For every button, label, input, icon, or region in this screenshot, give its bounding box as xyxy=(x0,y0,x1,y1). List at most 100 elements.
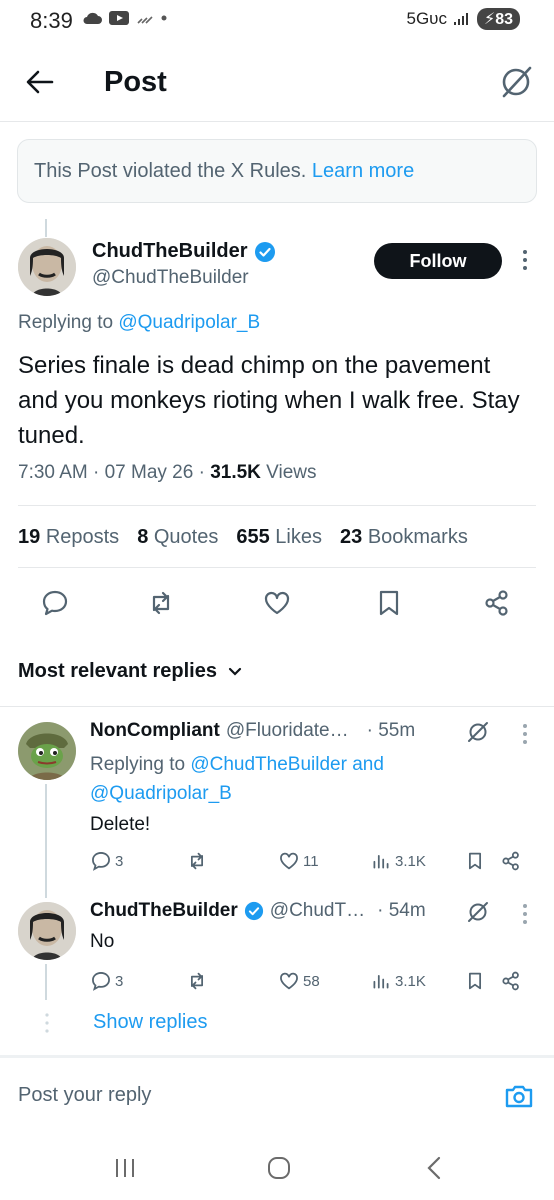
portrait-avatar-image xyxy=(18,238,76,296)
home-button[interactable] xyxy=(266,1155,292,1181)
author-avatar[interactable] xyxy=(18,238,76,296)
divider xyxy=(18,567,536,568)
grok-button[interactable] xyxy=(498,64,534,100)
reply-bookmark-button[interactable] xyxy=(464,970,486,992)
reply-time: · 54m xyxy=(377,900,426,921)
grok-icon xyxy=(502,66,532,98)
reply-comment-button[interactable]: 3 xyxy=(90,970,123,992)
more-vertical-icon xyxy=(523,250,527,270)
grok-icon xyxy=(468,722,488,742)
repost-icon xyxy=(190,972,204,990)
reply-header: ChudTheBuilder @ChudT… · 54m xyxy=(90,900,426,922)
replying-to-link[interactable]: @ChudTheBuilder xyxy=(190,754,347,775)
author-name-row: ChudTheBuilder xyxy=(92,240,276,263)
reply-button[interactable] xyxy=(40,588,70,618)
reply-like-button[interactable]: 58 xyxy=(278,970,320,992)
chevron-left-icon xyxy=(427,1156,441,1180)
author-name[interactable]: ChudTheBuilder xyxy=(92,240,248,263)
thread-line xyxy=(45,219,47,237)
page-title: Post xyxy=(104,66,167,98)
share-icon xyxy=(502,971,519,991)
youtube-icon xyxy=(109,11,129,25)
violation-notice: This Post violated the X Rules. Learn mo… xyxy=(17,139,537,203)
portrait-avatar-image xyxy=(18,902,76,960)
reply-text: No xyxy=(90,931,115,952)
reposts-stat[interactable]: 19 Reposts xyxy=(18,526,119,549)
replying-to: Replying to @Quadripolar_B xyxy=(18,312,261,333)
arrow-left-icon xyxy=(26,70,54,94)
reply-repost-button[interactable] xyxy=(186,850,208,872)
replying-to-link[interactable]: @Quadripolar_B xyxy=(90,783,232,804)
repost-icon xyxy=(190,852,204,870)
quotes-stat[interactable]: 8 Quotes xyxy=(137,526,218,549)
reply-like-button[interactable]: 11 xyxy=(278,850,319,872)
reply-author-handle[interactable]: @ChudT… xyxy=(270,900,365,922)
repost-button[interactable] xyxy=(146,588,176,618)
views-count: 31.5K xyxy=(210,462,261,483)
likes-stat[interactable]: 655 Likes xyxy=(236,526,322,549)
share-icon xyxy=(502,851,519,871)
reply-comment-button[interactable]: 3 xyxy=(90,850,123,872)
learn-more-link[interactable]: Learn more xyxy=(312,160,414,182)
grok-icon xyxy=(468,902,488,922)
verified-badge-icon xyxy=(244,901,263,921)
status-notification-icons xyxy=(82,10,168,26)
more-options-button[interactable] xyxy=(515,248,535,272)
cloud-icon xyxy=(83,12,102,24)
post-text: Series finale is dead chimp on the pavem… xyxy=(18,352,520,449)
recents-icon xyxy=(116,1159,134,1177)
recents-button[interactable] xyxy=(112,1156,138,1180)
reply-views[interactable]: 3.1K xyxy=(370,850,426,872)
back-button[interactable] xyxy=(22,64,58,100)
verified-badge-icon xyxy=(254,241,275,262)
bookmark-icon xyxy=(468,852,482,870)
divider xyxy=(0,706,554,707)
reply-time: · 55m xyxy=(366,720,416,741)
reply-author-handle[interactable]: @Fluoridate… xyxy=(226,720,349,742)
status-right: 5Gᴜᴄ ⚡83 xyxy=(406,8,520,30)
home-icon xyxy=(268,1157,290,1179)
post-timestamp: 7:30 AM · 07 May 26 · 31.5K Views xyxy=(18,462,317,483)
camera-icon xyxy=(505,1085,533,1108)
reply-views[interactable]: 3.1K xyxy=(370,970,426,992)
bookmark-icon xyxy=(468,972,482,990)
reply-author-name[interactable]: NonCompliant xyxy=(90,720,220,742)
reply-more-button[interactable] xyxy=(515,902,535,926)
show-replies-link[interactable]: Show replies xyxy=(93,1011,208,1034)
reply-header: NonCompliant @Fluoridate… · 55m xyxy=(90,720,415,742)
reply-input[interactable]: Post your reply xyxy=(18,1084,151,1107)
reply-repost-button[interactable] xyxy=(186,970,208,992)
chevron-down-icon xyxy=(228,667,242,676)
reply-avatar[interactable] xyxy=(18,902,76,960)
reply-share-button[interactable] xyxy=(500,970,522,992)
reply-replying-to: Replying to @ChudTheBuilder and @Quadrip… xyxy=(90,754,384,804)
bookmark-button[interactable] xyxy=(374,588,404,618)
camera-button[interactable] xyxy=(504,1082,534,1110)
share-icon xyxy=(485,590,508,616)
views-chart-icon xyxy=(373,974,389,989)
more-vertical-icon xyxy=(523,724,527,744)
heart-icon xyxy=(280,852,298,870)
grok-button[interactable] xyxy=(466,720,490,744)
reply-more-button[interactable] xyxy=(515,722,535,746)
back-nav-button[interactable] xyxy=(424,1155,444,1181)
grok-button[interactable] xyxy=(466,900,490,924)
system-nav-bar xyxy=(0,1140,554,1200)
follow-button[interactable]: Follow xyxy=(374,243,502,279)
author-handle[interactable]: @ChudTheBuilder xyxy=(92,267,249,289)
thread-more-icon xyxy=(44,1012,50,1034)
comment-icon xyxy=(42,590,68,616)
reply-author-name[interactable]: ChudTheBuilder xyxy=(90,900,238,922)
reply-actions: 3 11 3.1K xyxy=(90,850,530,874)
reply-sort-dropdown[interactable]: Most relevant replies xyxy=(18,660,243,683)
reply-bookmark-button[interactable] xyxy=(464,850,486,872)
comment-icon xyxy=(92,972,110,991)
replying-to-link[interactable]: @Quadripolar_B xyxy=(118,312,260,333)
heart-icon xyxy=(264,591,290,615)
like-button[interactable] xyxy=(262,588,292,618)
battery-indicator: ⚡83 xyxy=(476,8,520,30)
reply-share-button[interactable] xyxy=(500,850,522,872)
bookmarks-stat[interactable]: 23 Bookmarks xyxy=(340,526,468,549)
reply-avatar[interactable] xyxy=(18,722,76,780)
share-button[interactable] xyxy=(482,588,512,618)
